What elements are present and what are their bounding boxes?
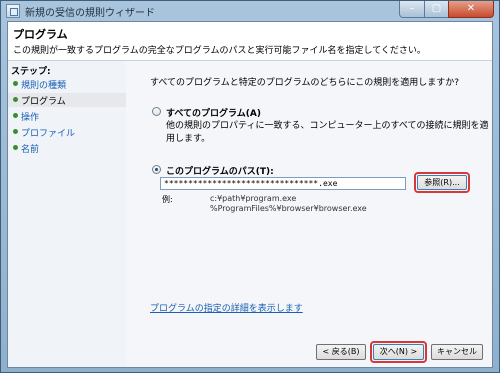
step-bullet-icon bbox=[13, 81, 18, 86]
minimize-icon: – bbox=[409, 3, 415, 14]
close-icon: ✕ bbox=[466, 3, 476, 14]
step-bullet-icon bbox=[13, 129, 18, 134]
step-bullet-icon bbox=[13, 113, 18, 118]
all-programs-radio[interactable] bbox=[152, 107, 161, 116]
wizard-window: 新規の受信の規則ウィザード – ▢ ✕ プログラム この規則が一致するプログラム… bbox=[0, 0, 500, 373]
question-text: すべてのプログラムと特定のプログラムのどちらにこの規則を適用しますか? bbox=[150, 78, 460, 88]
minimize-button[interactable]: – bbox=[399, 1, 425, 18]
step-profile[interactable]: プロファイル bbox=[8, 125, 126, 139]
maximize-button[interactable]: ▢ bbox=[424, 1, 449, 18]
step-label: プログラム bbox=[21, 97, 66, 107]
example-line: %ProgramFiles%¥browser¥browser.exe bbox=[210, 204, 367, 213]
wizard-client: プログラム この規則が一致するプログラムの完全なプログラムのパスと実行可能ファイ… bbox=[7, 21, 493, 368]
all-programs-description: 他の規則のプロパティに一致する、コンピューター上のすべての接続に規則を適用します… bbox=[166, 121, 489, 144]
step-label: プロファイル bbox=[21, 129, 76, 139]
step-action[interactable]: 操作 bbox=[8, 109, 126, 123]
step-name[interactable]: 名前 bbox=[8, 141, 126, 155]
steps-panel: ステップ: 規則の種類 プログラム 操作 プロファイル 名前 bbox=[8, 61, 126, 367]
next-button[interactable]: 次へ(N) > bbox=[373, 344, 424, 360]
main-panel: すべてのプログラムと特定のプログラムのどちらにこの規則を適用しますか? すべての… bbox=[126, 61, 492, 367]
page-description: この規則が一致するプログラムの完全なプログラムのパスと実行可能ファイル名を指定し… bbox=[13, 46, 426, 56]
page-title: プログラム bbox=[13, 28, 68, 41]
step-label: 操作 bbox=[21, 113, 40, 123]
program-path-label[interactable]: このプログラムのパス(T): bbox=[166, 164, 274, 177]
maximize-icon: ▢ bbox=[431, 3, 442, 14]
browse-button[interactable]: 参照(R)... bbox=[417, 175, 467, 190]
program-path-input[interactable]: ********************************.exe bbox=[160, 177, 406, 190]
back-button[interactable]: < 戻る(B) bbox=[316, 344, 366, 360]
example-label: 例: bbox=[162, 195, 173, 204]
step-rule-type[interactable]: 規則の種類 bbox=[8, 77, 126, 91]
window-title: 新規の受信の規則ウィザード bbox=[25, 8, 155, 19]
wizard-header: プログラム この規則が一致するプログラムの完全なプログラムのパスと実行可能ファイ… bbox=[8, 22, 492, 61]
example-line: c:¥path¥program.exe bbox=[210, 194, 297, 203]
step-program[interactable]: プログラム bbox=[8, 93, 126, 107]
close-button[interactable]: ✕ bbox=[448, 1, 494, 18]
step-bullet-icon bbox=[13, 97, 18, 102]
step-label: 名前 bbox=[21, 145, 40, 155]
step-label: 規則の種類 bbox=[21, 81, 67, 91]
cancel-button[interactable]: キャンセル bbox=[431, 344, 483, 360]
wizard-body: ステップ: 規則の種類 プログラム 操作 プロファイル 名前 すべてのプログラム… bbox=[8, 61, 492, 367]
title-bar: 新規の受信の規則ウィザード – ▢ ✕ bbox=[1, 1, 499, 21]
step-bullet-icon bbox=[13, 145, 18, 150]
program-path-radio[interactable] bbox=[152, 165, 161, 174]
steps-title: ステップ: bbox=[11, 67, 51, 77]
program-detail-link[interactable]: プログラムの指定の詳細を表示します bbox=[150, 301, 303, 314]
firewall-app-icon bbox=[6, 4, 20, 18]
